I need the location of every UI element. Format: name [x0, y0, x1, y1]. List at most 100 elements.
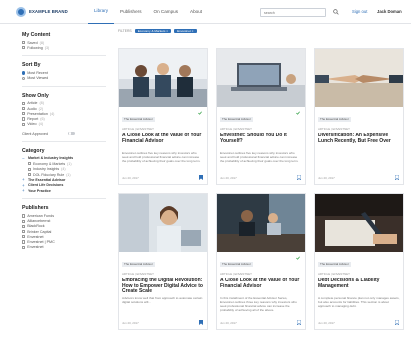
checkbox[interactable]	[22, 106, 26, 111]
expand-icon[interactable]: +	[22, 188, 26, 193]
content-card[interactable]: The Essential Advisor ARTICLE | ENVESTNE…	[314, 193, 404, 330]
card-title[interactable]: Envestnet: Should You Do It Yourself?	[220, 133, 302, 150]
category-tag[interactable]: The Essential Advisor	[122, 262, 155, 267]
main-nav: Library Publishers On Campus About	[88, 0, 208, 24]
option-count: (4)	[38, 122, 44, 127]
bookmark-icon[interactable]	[199, 320, 203, 325]
checkbox[interactable]	[22, 117, 26, 121]
bookmark-icon[interactable]	[395, 175, 399, 180]
category-label: Client Life Decisions	[28, 183, 64, 188]
option-label: Envestnet | PMC	[27, 239, 55, 244]
bookmark-icon[interactable]	[199, 175, 203, 180]
content-card[interactable]: The Essential Advisor ARTICLE | ENVESTNE…	[118, 48, 208, 185]
filter-following[interactable]: Following (3)	[22, 45, 106, 50]
checkbox[interactable]	[22, 41, 26, 45]
category-tag[interactable]: The Essential Advisor	[220, 117, 253, 122]
category-label: Your Practice	[28, 188, 51, 193]
checkbox[interactable]	[22, 224, 26, 228]
content-card[interactable]: The Essential Advisor ARTICLE | ENVESTNE…	[118, 193, 208, 330]
brand-logo[interactable]: EXAMPLE BRAND	[16, 6, 86, 17]
category-tag[interactable]: The Essential Advisor	[318, 117, 351, 122]
expand-icon[interactable]: +	[22, 183, 26, 188]
content-card[interactable]: The Essential Advisor ARTICLE | ENVESTNE…	[216, 48, 306, 185]
card-image-signing-document[interactable]	[315, 194, 403, 252]
card-title[interactable]: Diversification: An Expensive Lunch Rece…	[318, 133, 400, 150]
checkbox[interactable]	[28, 173, 31, 177]
category-tag[interactable]: The Essential Advisor	[318, 262, 351, 267]
card-grid: The Essential Advisor ARTICLE | ENVESTNE…	[118, 48, 404, 330]
active-filters: FILTERS Economy & Markets × Envestnet ×	[118, 26, 411, 36]
option-label: Envestnet	[27, 245, 44, 250]
category-tag[interactable]: The Essential Advisor	[220, 262, 253, 267]
card-summary	[318, 152, 400, 175]
checkbox[interactable]	[22, 46, 26, 50]
search-icon[interactable]	[333, 9, 339, 15]
bookmark-icon[interactable]	[395, 320, 399, 325]
section-title: My Content	[22, 32, 51, 38]
signout-link[interactable]: Sign out	[352, 9, 367, 14]
divider	[22, 198, 106, 200]
checkbox[interactable]	[28, 162, 31, 166]
nav-library[interactable]: Library	[88, 0, 115, 24]
search-input[interactable]	[260, 8, 326, 17]
user-name[interactable]: Jack Doman	[377, 9, 402, 14]
card-image-woman-smiling[interactable]	[119, 194, 207, 252]
category-item[interactable]: + Your Practice	[22, 188, 106, 193]
checkbox[interactable]	[22, 240, 26, 244]
checkbox[interactable]	[22, 235, 26, 239]
card-date: Jun 20, 2017	[122, 321, 139, 325]
option-label: Video	[27, 122, 37, 127]
nav-on-campus[interactable]: On Campus	[148, 0, 185, 24]
my-content-section: My Content Saved (8) Following (3)	[22, 32, 106, 50]
sort-most-viewed[interactable]: Most Viewed	[22, 76, 106, 81]
section-title: Show Only	[22, 92, 49, 99]
expand-icon[interactable]: +	[22, 177, 26, 182]
radio[interactable]	[22, 76, 26, 80]
content-card[interactable]: The Essential Advisor ARTICLE | ENVESTNE…	[216, 193, 306, 330]
checkbox[interactable]	[28, 167, 31, 171]
checkbox[interactable]	[22, 245, 26, 249]
card-meta: ARTICLE | ENVESTNET	[318, 272, 350, 276]
checkbox[interactable]	[22, 101, 26, 105]
card-meta: ARTICLE | ENVESTNET	[220, 127, 252, 131]
client-approved-icon	[198, 111, 202, 115]
nav-about[interactable]: About	[184, 0, 208, 24]
card-title[interactable]: Embracing the Digital Revolution: How to…	[122, 278, 204, 295]
option-label: Following	[27, 45, 43, 50]
card-image-handshake[interactable]	[315, 49, 403, 107]
checkbox[interactable]	[22, 214, 26, 218]
checkbox[interactable]	[22, 229, 26, 234]
card-meta: ARTICLE | ENVESTNET	[122, 272, 154, 276]
client-approved-toggle[interactable]	[68, 131, 76, 136]
category-count: (1)	[67, 161, 72, 166]
category-tag[interactable]: The Essential Advisor	[122, 117, 155, 122]
checkbox[interactable]	[22, 122, 26, 126]
card-title[interactable]: A Close Look at the Value of Your Financ…	[220, 278, 302, 295]
nav-publishers[interactable]: Publishers	[114, 0, 147, 24]
card-date: Jun 20, 2017	[220, 176, 237, 180]
card-image-office-meeting[interactable]	[217, 194, 305, 252]
filter-chip[interactable]: Economy & Markets ×	[134, 28, 172, 34]
collapse-icon[interactable]: −	[22, 156, 26, 161]
publisher-item[interactable]: Envestnet	[22, 245, 106, 250]
card-date: Jun 20, 2017	[220, 321, 237, 325]
content-card[interactable]: The Essential Advisor ARTICLE | ENVESTNE…	[314, 48, 404, 185]
bookmark-icon[interactable]	[297, 175, 301, 180]
category-label: Market & Industry Insights	[28, 156, 74, 161]
card-title[interactable]: A Close Look at the Value of Your Financ…	[122, 133, 204, 150]
card-title[interactable]: Debt Decisions & Liability Management	[318, 278, 400, 295]
filter-chip[interactable]: Envestnet ×	[174, 28, 197, 34]
checkbox[interactable]	[22, 112, 26, 116]
category-section: Category − Market & Industry Insights Eco…	[22, 148, 106, 194]
section-title: Sort By	[22, 62, 41, 69]
checkbox[interactable]	[22, 219, 26, 223]
card-image-laptop[interactable]	[217, 49, 305, 107]
category-count: (1)	[66, 172, 71, 177]
card-image-business-meeting[interactable]	[119, 49, 207, 107]
option-count: (4)	[49, 111, 55, 116]
client-approved-toggle-row: Client Approved	[22, 132, 106, 136]
bookmark-icon[interactable]	[297, 320, 301, 325]
category-count: (4)	[61, 167, 66, 172]
radio-selected[interactable]	[22, 71, 26, 75]
filter-video[interactable]: Video (4)	[22, 122, 106, 127]
